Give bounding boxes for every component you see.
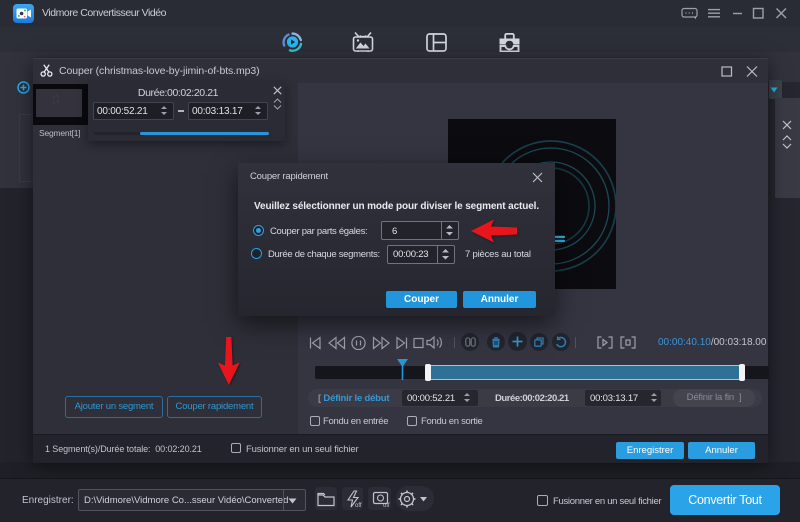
svg-text:off: off xyxy=(383,503,390,508)
svg-text:off: off xyxy=(355,503,362,508)
